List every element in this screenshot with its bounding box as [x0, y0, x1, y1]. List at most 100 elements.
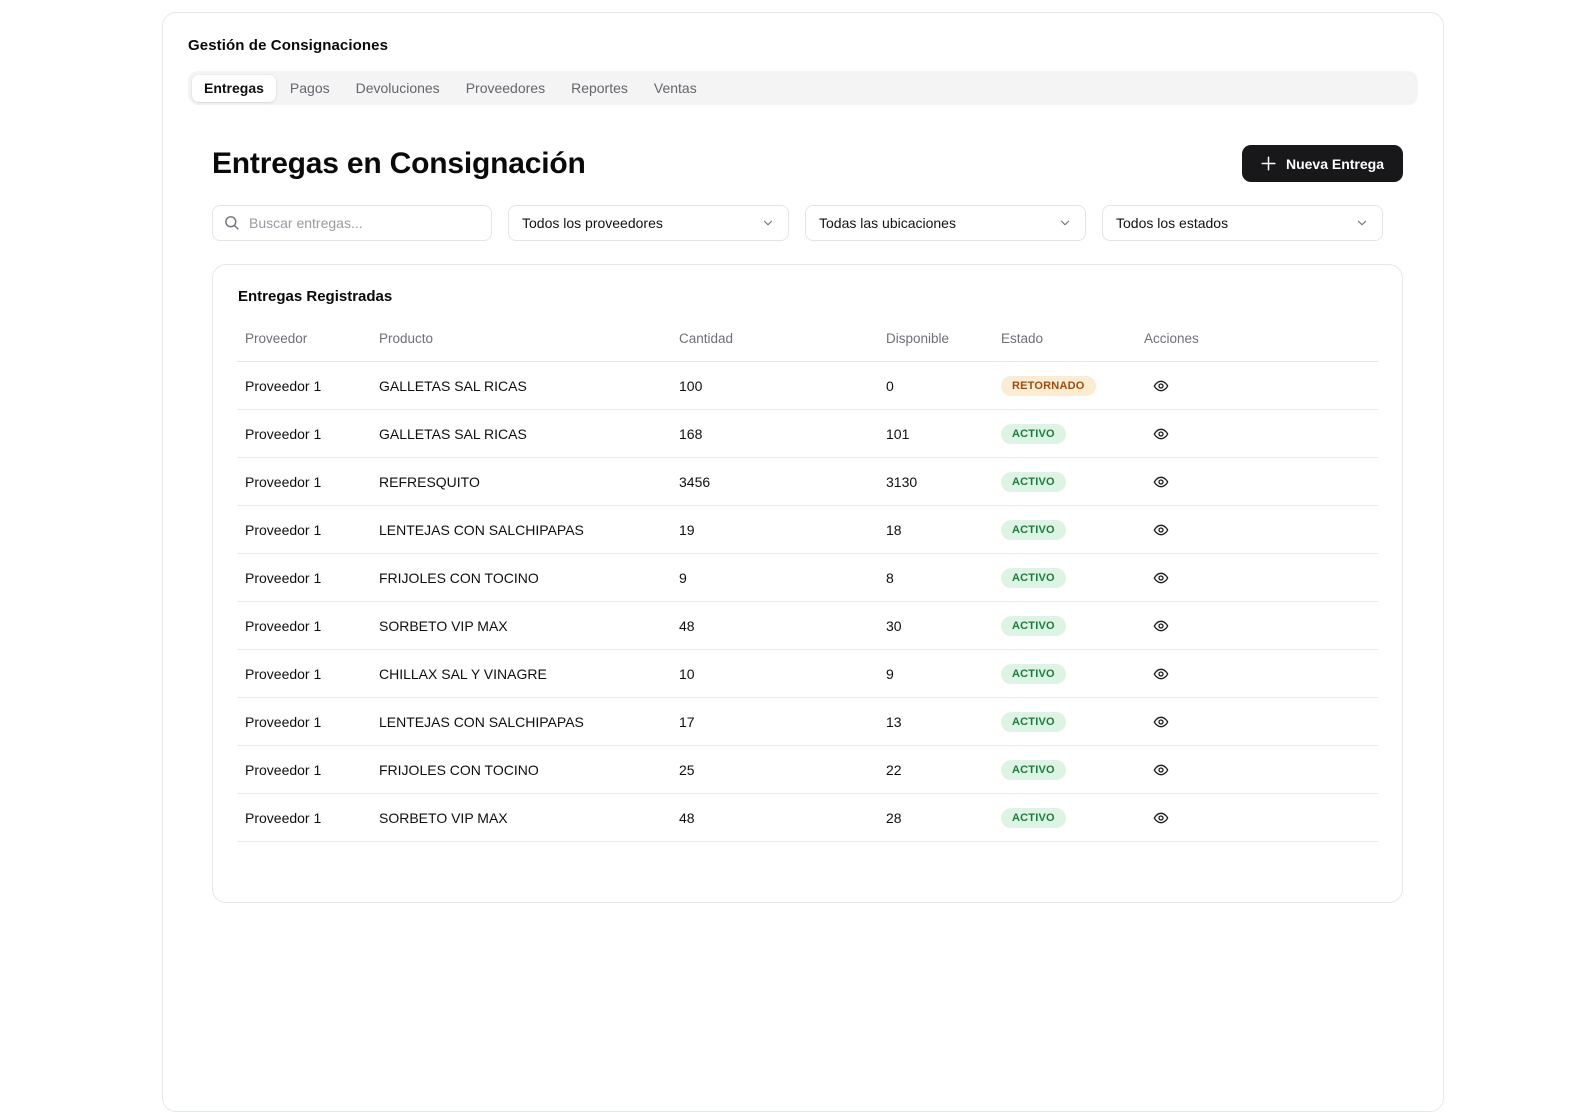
cell-disponible: 8 [878, 553, 993, 602]
location-filter-select[interactable]: Todas las ubicaciones [805, 205, 1086, 241]
cell-cantidad: 9 [671, 553, 878, 602]
cell-estado: RETORNADO [993, 361, 1136, 410]
cell-acciones [1136, 697, 1378, 746]
cell-cantidad: 10 [671, 649, 878, 698]
cell-producto: GALLETAS SAL RICAS [371, 361, 671, 410]
table-row: Proveedor 1 SORBETO VIP MAX 48 30 ACTIVO [237, 601, 1378, 650]
eye-icon [1153, 572, 1169, 583]
cell-acciones [1136, 553, 1378, 602]
view-button[interactable] [1149, 710, 1173, 734]
cell-estado: ACTIVO [993, 649, 1136, 698]
tab-ventas[interactable]: Ventas [642, 75, 709, 102]
page-title: Entregas en Consignación [212, 146, 586, 180]
eye-icon [1153, 716, 1169, 727]
view-button[interactable] [1149, 758, 1173, 782]
cell-disponible: 28 [878, 793, 993, 842]
view-button[interactable] [1149, 662, 1173, 686]
status-badge: ACTIVO [1001, 519, 1066, 540]
cell-disponible: 101 [878, 409, 993, 458]
eye-icon [1153, 380, 1169, 391]
cell-cantidad: 48 [671, 601, 878, 650]
table-header-row: Proveedor Producto Cantidad Disponible E… [237, 331, 1378, 362]
status-badge: ACTIVO [1001, 711, 1066, 732]
col-disponible: Disponible [878, 331, 993, 362]
cell-cantidad: 48 [671, 793, 878, 842]
cell-proveedor: Proveedor 1 [237, 697, 371, 746]
view-button[interactable] [1149, 614, 1173, 638]
cell-proveedor: Proveedor 1 [237, 649, 371, 698]
tab-reportes[interactable]: Reportes [559, 75, 640, 102]
cell-proveedor: Proveedor 1 [237, 793, 371, 842]
status-badge: ACTIVO [1001, 471, 1066, 492]
tab-devoluciones[interactable]: Devoluciones [344, 75, 452, 102]
cell-cantidad: 17 [671, 697, 878, 746]
cell-disponible: 22 [878, 745, 993, 794]
table-row: Proveedor 1 CHILLAX SAL Y VINAGRE 10 9 A… [237, 649, 1378, 698]
provider-filter-select[interactable]: Todos los proveedores [508, 205, 789, 241]
cell-estado: ACTIVO [993, 409, 1136, 458]
cell-acciones [1136, 745, 1378, 794]
cell-acciones [1136, 361, 1378, 410]
col-proveedor: Proveedor [237, 331, 371, 362]
entregas-table: Proveedor Producto Cantidad Disponible E… [237, 331, 1378, 842]
eye-icon [1153, 812, 1169, 823]
status-badge: RETORNADO [1001, 375, 1096, 396]
cell-acciones [1136, 409, 1378, 458]
table-title: Entregas Registradas [238, 288, 393, 305]
view-button[interactable] [1149, 422, 1173, 446]
table-row: Proveedor 1 SORBETO VIP MAX 48 28 ACTIVO [237, 793, 1378, 842]
cell-proveedor: Proveedor 1 [237, 553, 371, 602]
cell-producto: FRIJOLES CON TOCINO [371, 745, 671, 794]
view-button[interactable] [1149, 806, 1173, 830]
new-entrega-button[interactable]: Nueva Entrega [1241, 145, 1403, 182]
chevron-down-icon [763, 220, 773, 226]
cell-estado: ACTIVO [993, 505, 1136, 554]
plus-icon [1261, 156, 1276, 171]
cell-producto: LENTEJAS CON SALCHIPAPAS [371, 697, 671, 746]
table-row: Proveedor 1 LENTEJAS CON SALCHIPAPAS 17 … [237, 697, 1378, 746]
cell-disponible: 9 [878, 649, 993, 698]
status-filter-select[interactable]: Todos los estados [1102, 205, 1383, 241]
col-estado: Estado [993, 331, 1136, 362]
view-button[interactable] [1149, 518, 1173, 542]
eye-icon [1153, 524, 1169, 535]
cell-producto: REFRESQUITO [371, 457, 671, 506]
tab-proveedores[interactable]: Proveedores [454, 75, 557, 102]
cell-proveedor: Proveedor 1 [237, 409, 371, 458]
cell-cantidad: 3456 [671, 457, 878, 506]
table-body: Proveedor 1 GALLETAS SAL RICAS 100 0 RET… [237, 361, 1378, 842]
cell-proveedor: Proveedor 1 [237, 601, 371, 650]
status-badge: ACTIVO [1001, 567, 1066, 588]
cell-producto: CHILLAX SAL Y VINAGRE [371, 649, 671, 698]
view-button[interactable] [1149, 566, 1173, 590]
cell-acciones [1136, 457, 1378, 506]
cell-cantidad: 100 [671, 361, 878, 410]
col-cantidad: Cantidad [671, 331, 878, 362]
search-icon [225, 216, 239, 230]
cell-acciones [1136, 649, 1378, 698]
cell-proveedor: Proveedor 1 [237, 745, 371, 794]
view-button[interactable] [1149, 470, 1173, 494]
cell-disponible: 0 [878, 361, 993, 410]
status-badge: ACTIVO [1001, 615, 1066, 636]
cell-acciones [1136, 793, 1378, 842]
cell-disponible: 18 [878, 505, 993, 554]
col-producto: Producto [371, 331, 671, 362]
status-badge: ACTIVO [1001, 807, 1066, 828]
cell-producto: LENTEJAS CON SALCHIPAPAS [371, 505, 671, 554]
new-entrega-label: Nueva Entrega [1285, 155, 1384, 172]
tab-pagos[interactable]: Pagos [278, 75, 342, 102]
cell-cantidad: 25 [671, 745, 878, 794]
cell-proveedor: Proveedor 1 [237, 361, 371, 410]
cell-proveedor: Proveedor 1 [237, 457, 371, 506]
tab-entregas[interactable]: Entregas [192, 74, 276, 102]
cell-cantidad: 168 [671, 409, 878, 458]
cell-producto: GALLETAS SAL RICAS [371, 409, 671, 458]
search-input[interactable] [212, 205, 492, 241]
cell-proveedor: Proveedor 1 [237, 505, 371, 554]
table-row: Proveedor 1 GALLETAS SAL RICAS 100 0 RET… [237, 361, 1378, 410]
view-button[interactable] [1149, 374, 1173, 398]
cell-estado: ACTIVO [993, 745, 1136, 794]
cell-acciones [1136, 505, 1378, 554]
eye-icon [1153, 764, 1169, 775]
